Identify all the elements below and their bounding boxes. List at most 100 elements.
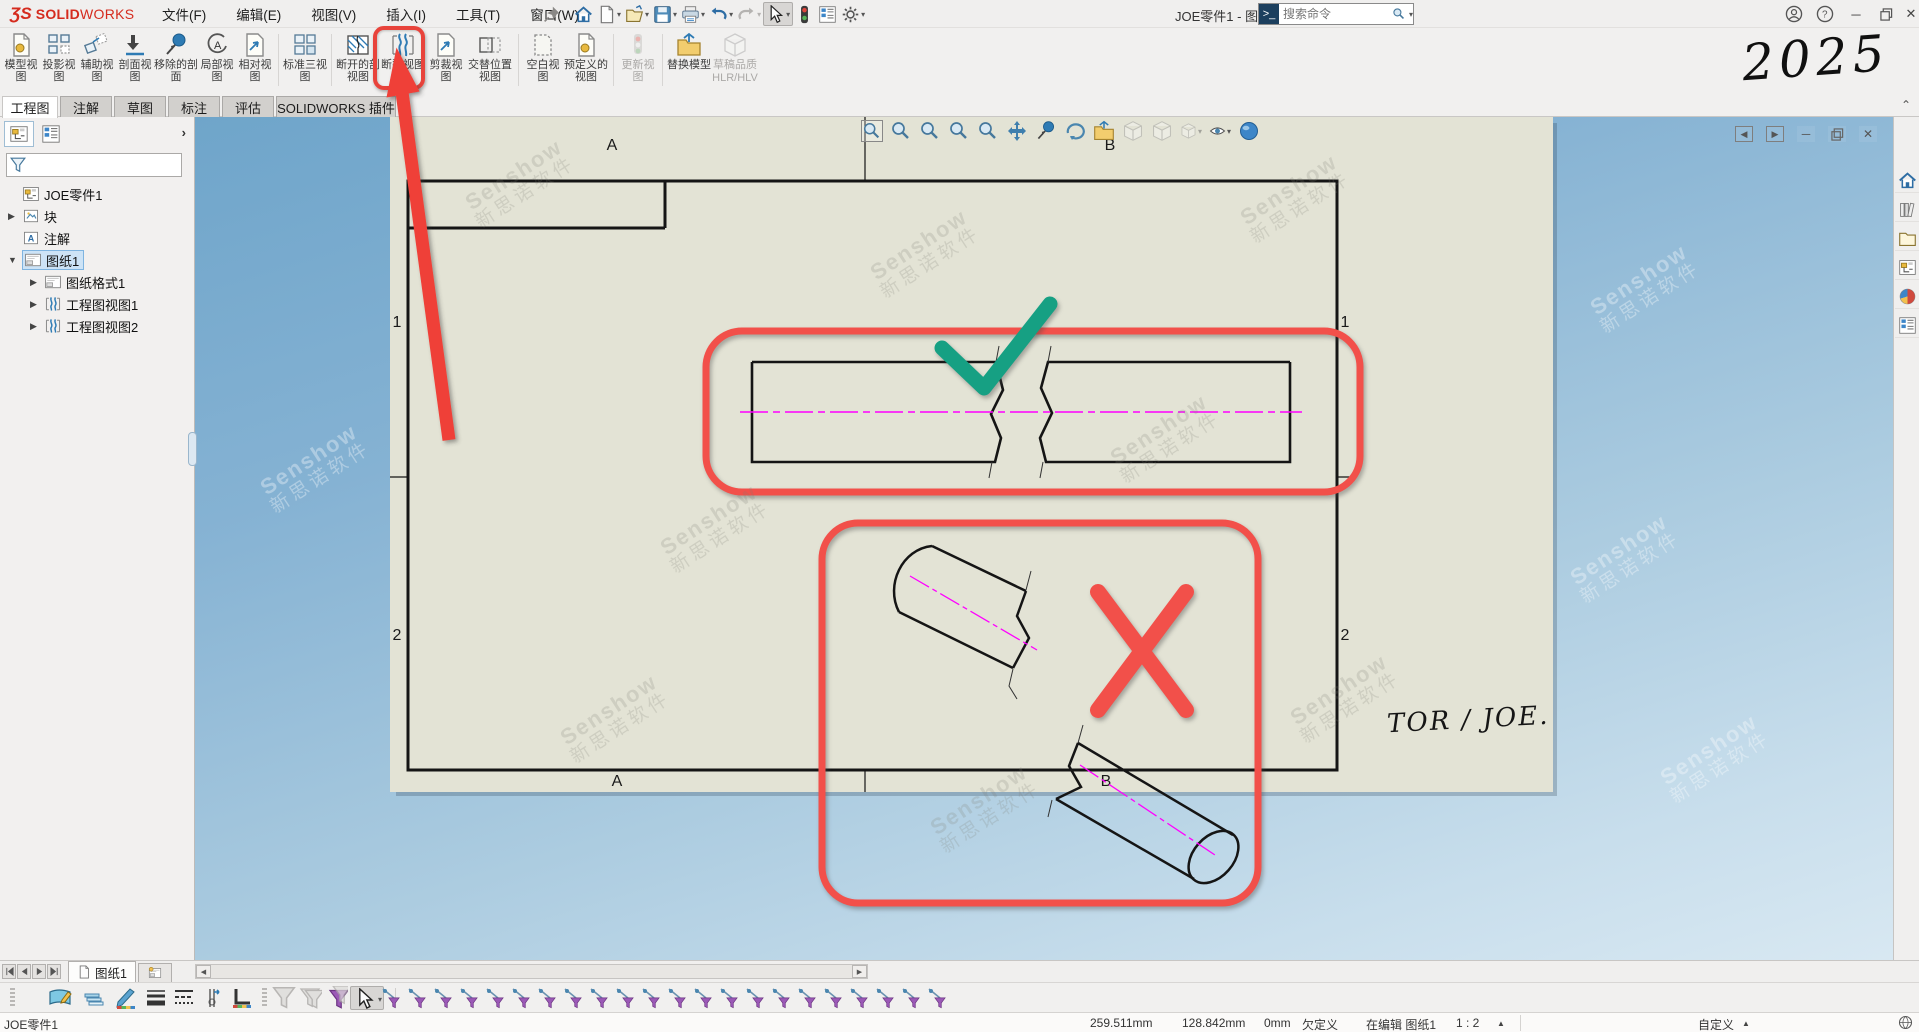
filter-stack-icon[interactable] [324, 986, 348, 1010]
section-view-button[interactable]: 剖面视图 [116, 30, 154, 94]
tree-item-drawing-view2[interactable]: ▶ 工程图视图2 [0, 315, 194, 337]
view-orientation-icon[interactable] [1122, 120, 1144, 142]
select-cursor-button[interactable]: ▾ [763, 2, 793, 26]
selection-filter-icon[interactable] [458, 986, 479, 1010]
tree-item-sheet-format1[interactable]: ▶ 图纸格式1 [0, 271, 194, 293]
selection-filter-icon[interactable] [822, 986, 843, 1010]
rebuild-button[interactable] [793, 2, 816, 26]
replace-model-button[interactable]: 替换模型 [667, 30, 711, 94]
status-sheet-scale[interactable]: 1 : 2 [1456, 1016, 1479, 1030]
tab-markup[interactable]: 标注 [168, 96, 220, 117]
roll-view-icon[interactable] [1035, 120, 1057, 142]
minimize-doc-icon[interactable]: ─ [1797, 126, 1815, 142]
alternate-position-view-button[interactable]: 交替位置视图 [466, 30, 514, 94]
user-account-icon[interactable] [1782, 3, 1806, 25]
home-button[interactable] [572, 2, 595, 26]
minimize-button[interactable]: ─ [1844, 3, 1868, 25]
tree-item-sheet1[interactable]: ▼ 图纸1 [0, 249, 194, 271]
search-input[interactable] [1279, 7, 1392, 21]
scroll-right-icon[interactable]: ▶ [852, 965, 867, 978]
collapse-ribbon-icon[interactable]: ⌃ [1901, 98, 1911, 112]
panel-splitter-handle[interactable] [188, 432, 197, 466]
feature-manager-tab[interactable] [4, 121, 34, 147]
tab-drawing[interactable]: 工程图 [2, 96, 58, 118]
resources-icon[interactable] [1895, 198, 1919, 222]
tree-item-part[interactable]: JOE零件1 [0, 183, 194, 205]
tab-addins[interactable]: SOLIDWORKS 插件 [276, 96, 396, 117]
view-palette-icon[interactable] [1895, 256, 1919, 280]
display-dropdown-icon[interactable]: ▲ [1742, 1019, 1750, 1028]
selection-filter-icon[interactable] [640, 986, 661, 1010]
menu-pin-icon[interactable] [543, 5, 561, 23]
appearances-icon[interactable] [1895, 285, 1919, 309]
next-window-icon[interactable]: ▶ [1766, 126, 1784, 142]
relative-view-button[interactable]: 相对视图 [236, 30, 274, 94]
line-thickness-icon[interactable] [144, 986, 168, 1010]
layer-properties-icon[interactable] [48, 986, 72, 1010]
toolbar-grip[interactable] [262, 988, 267, 1008]
selection-filter-icon[interactable] [484, 986, 505, 1010]
scale-dropdown-icon[interactable]: ▲ [1497, 1019, 1505, 1028]
update-view-button[interactable]: 更新视图 [618, 30, 658, 94]
selection-filter-icon[interactable] [770, 986, 791, 1010]
restore-doc-icon[interactable] [1828, 126, 1846, 142]
predefined-view-button[interactable]: 预定义的视图 [563, 30, 609, 94]
expand-arrow-icon[interactable]: ▶ [30, 299, 37, 310]
menu-insert[interactable]: 插入(I) [384, 1, 428, 27]
display-pane-button[interactable] [816, 2, 839, 26]
design-library-icon[interactable] [1895, 227, 1919, 251]
options-gear-button[interactable]: ▾ [839, 2, 867, 26]
home-tab-icon[interactable] [1895, 169, 1919, 193]
previous-window-icon[interactable]: ◀ [1735, 126, 1753, 142]
selection-filter-icon[interactable] [874, 986, 895, 1010]
property-manager-tab[interactable] [36, 121, 66, 147]
tree-item-annotations[interactable]: 注解 [0, 227, 194, 249]
selection-filter-icon[interactable] [432, 986, 453, 1010]
zoom-to-selection-icon[interactable] [948, 120, 970, 142]
menu-edit[interactable]: 编辑(E) [234, 1, 283, 27]
panel-expand-icon[interactable]: › [182, 125, 186, 140]
menu-file[interactable]: 文件(F) [160, 1, 208, 27]
horizontal-scrollbar[interactable]: ◀ ▶ [195, 964, 868, 979]
open-file-button[interactable]: ▾ [623, 2, 651, 26]
selection-filter-icon[interactable] [692, 986, 713, 1010]
scroll-left-icon[interactable]: ◀ [196, 965, 211, 978]
status-display-mode[interactable]: 自定义 [1698, 1016, 1734, 1032]
search-icon[interactable] [1392, 7, 1406, 21]
selection-filter-icon[interactable] [614, 986, 635, 1010]
removed-section-button[interactable]: 移除的剖面 [154, 30, 198, 94]
projected-view-button[interactable]: 投影视图 [40, 30, 78, 94]
next-sheet-icon[interactable] [32, 964, 46, 979]
previous-sheet-icon[interactable] [17, 964, 31, 979]
selection-filter-icon[interactable] [744, 986, 765, 1010]
zoom-in-out-icon[interactable] [919, 120, 941, 142]
pan-icon[interactable] [1006, 120, 1028, 142]
zoom-to-fit-icon[interactable] [861, 120, 883, 142]
selection-filter-icon[interactable] [380, 986, 401, 1010]
print-button[interactable]: ▾ [679, 2, 707, 26]
selection-filter-icon[interactable] [666, 986, 687, 1010]
new-file-button[interactable]: ▾ [595, 2, 623, 26]
status-globe-icon[interactable] [1898, 1015, 1913, 1030]
last-sheet-icon[interactable] [47, 964, 61, 979]
hide-show-items-icon[interactable]: ▾ [1209, 120, 1231, 142]
selection-filter-icon[interactable] [848, 986, 869, 1010]
redo-button[interactable]: ▾ [735, 2, 763, 26]
3d-drawing-view-icon[interactable] [1093, 120, 1115, 142]
tree-item-blocks[interactable]: ▶ 块 [0, 205, 194, 227]
view-settings-icon[interactable] [1238, 120, 1260, 142]
section-view-toggle-icon[interactable]: ▾ [1180, 120, 1202, 142]
expand-arrow-icon[interactable]: ▶ [30, 277, 37, 288]
tab-evaluate[interactable]: 评估 [222, 96, 274, 117]
tab-annotation[interactable]: 注解 [60, 96, 112, 117]
close-doc-icon[interactable]: ✕ [1859, 126, 1877, 142]
empty-view-button[interactable]: 空白视图 [523, 30, 563, 94]
custom-properties-icon[interactable] [1895, 314, 1919, 338]
selection-filter-icon[interactable] [588, 986, 609, 1010]
layer-icon[interactable] [82, 986, 106, 1010]
selection-filter-icon[interactable] [562, 986, 583, 1010]
tree-item-drawing-view1[interactable]: ▶ 工程图视图1 [0, 293, 194, 315]
previous-view-icon[interactable] [977, 120, 999, 142]
selection-filter-icon[interactable] [900, 986, 921, 1010]
selection-filter-icon[interactable] [796, 986, 817, 1010]
